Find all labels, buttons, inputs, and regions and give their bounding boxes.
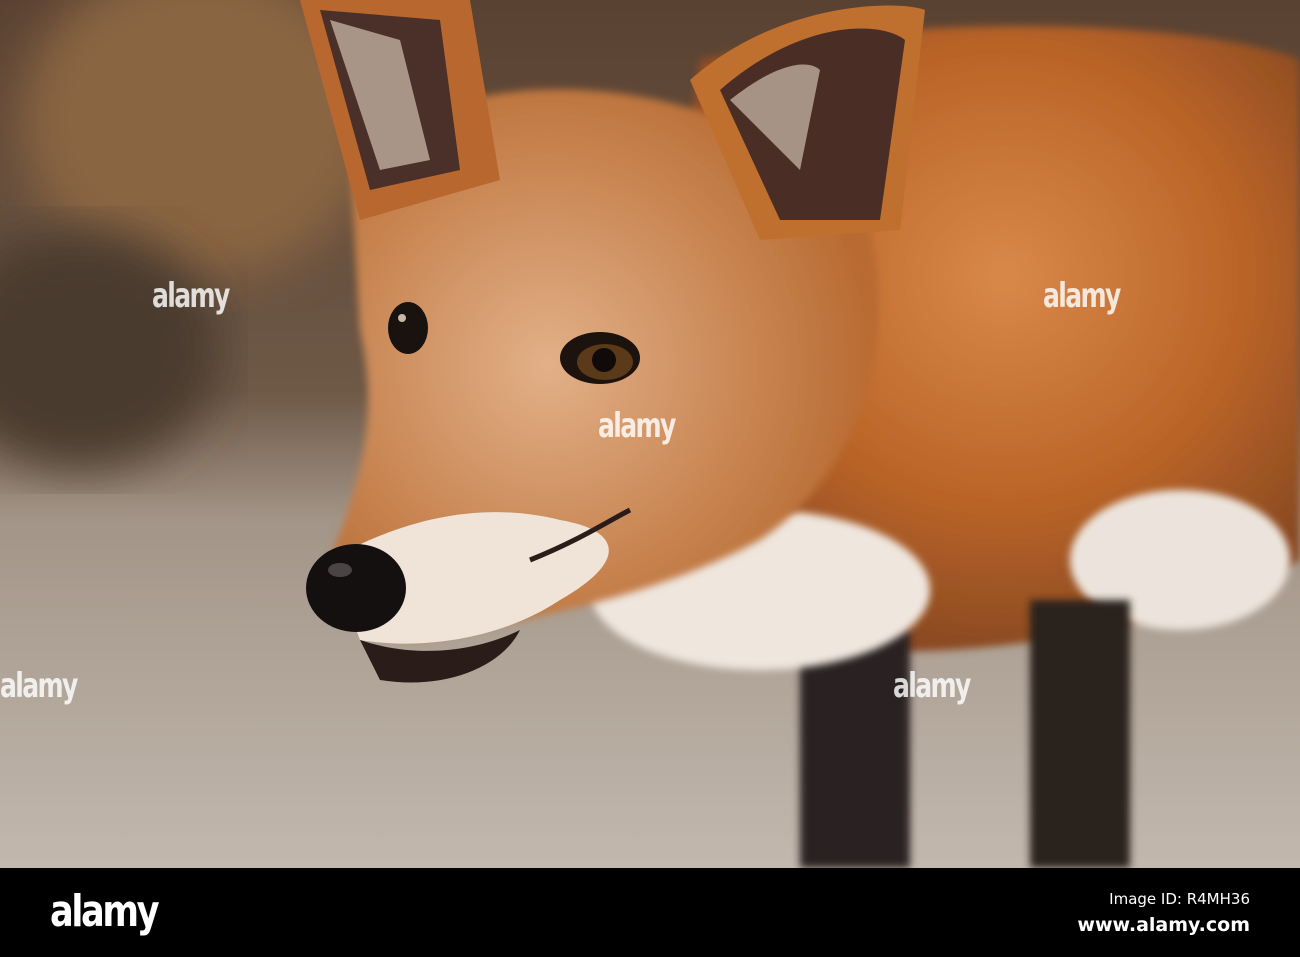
watermark: alamy: [152, 276, 230, 316]
website-link: www.alamy.com: [1077, 914, 1250, 936]
image-id: Image ID: R4MH36: [1109, 890, 1250, 908]
alamy-logo: alamy: [50, 886, 160, 937]
watermark: alamy: [893, 666, 971, 706]
footer-bar: alamy Image ID: R4MH36 www.alamy.com: [0, 868, 1300, 957]
watermark: alamy: [0, 666, 78, 706]
watermark: alamy: [598, 406, 676, 446]
photo-frame: alamy alamy alamy alamy alamy alamy Imag…: [0, 0, 1300, 957]
watermark: alamy: [1043, 276, 1121, 316]
